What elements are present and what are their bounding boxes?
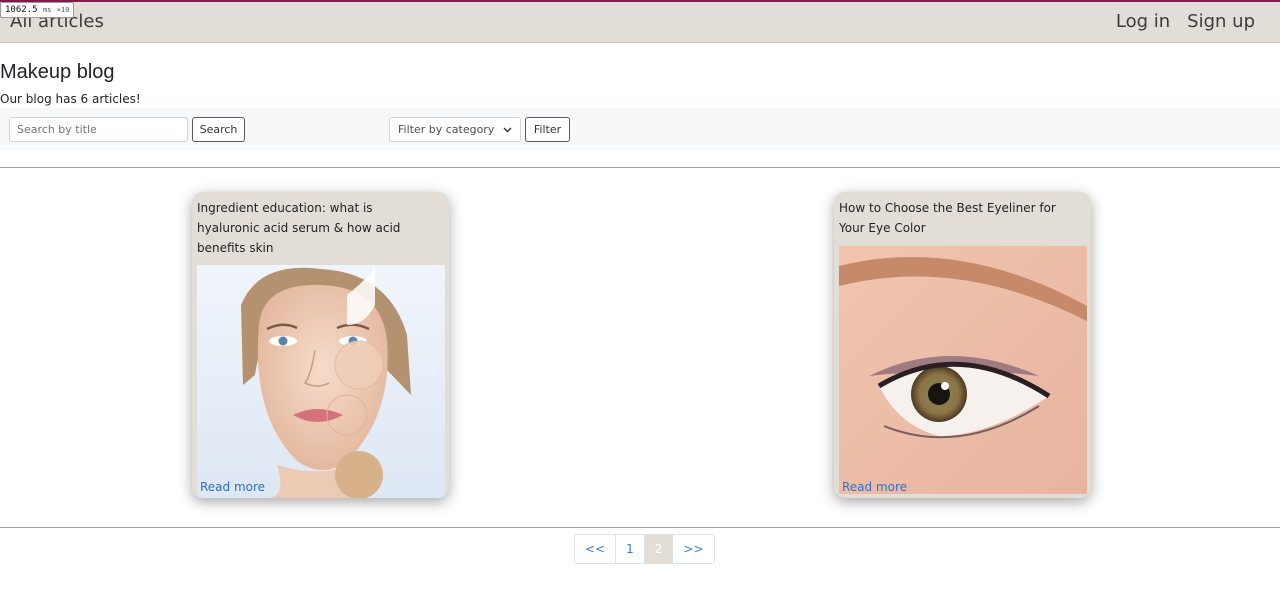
nav-auth-links: Log in Sign up bbox=[1116, 11, 1255, 32]
divider-bottom bbox=[0, 527, 1280, 528]
article-card: Ingredient education: what is hyaluronic… bbox=[192, 192, 449, 498]
article-image bbox=[839, 246, 1087, 494]
pagination-page-1[interactable]: 1 bbox=[616, 535, 645, 563]
article-title: Ingredient education: what is hyaluronic… bbox=[197, 201, 401, 255]
page-title: Makeup blog bbox=[0, 61, 115, 83]
navbar: All articles Log in Sign up bbox=[0, 2, 1280, 43]
perf-unit: ms bbox=[42, 6, 52, 14]
category-select[interactable]: Filter by category bbox=[389, 117, 521, 142]
divider-top bbox=[0, 167, 1280, 168]
article-card: How to Choose the Best Eyeliner for Your… bbox=[834, 192, 1091, 498]
category-select-value: Filter by category bbox=[398, 123, 495, 136]
pagination-page-2[interactable]: 2 bbox=[644, 535, 674, 563]
nav-signup-link[interactable]: Sign up bbox=[1187, 11, 1255, 32]
article-image bbox=[197, 265, 445, 498]
perf-badge: 1062.5 ms ×10 bbox=[0, 2, 75, 18]
pagination-prev[interactable]: << bbox=[575, 535, 617, 563]
perf-multiplier: ×10 bbox=[56, 6, 70, 14]
search-button[interactable]: Search bbox=[192, 117, 245, 142]
search-input[interactable] bbox=[9, 117, 188, 142]
filter-button[interactable]: Filter bbox=[525, 117, 570, 142]
read-more-link[interactable]: Read more bbox=[842, 480, 907, 494]
pagination-next[interactable]: >> bbox=[673, 535, 713, 563]
article-title: How to Choose the Best Eyeliner for Your… bbox=[839, 201, 1056, 235]
chevron-down-icon bbox=[503, 127, 512, 132]
pagination: << 1 2 >> bbox=[574, 534, 715, 564]
perf-value: 1062.5 bbox=[5, 5, 38, 15]
read-more-link[interactable]: Read more bbox=[200, 480, 265, 494]
nav-login-link[interactable]: Log in bbox=[1116, 11, 1170, 32]
filter-bar: Search Filter by category Filter bbox=[0, 108, 1280, 150]
article-count-text: Our blog has 6 articles! bbox=[0, 92, 141, 106]
